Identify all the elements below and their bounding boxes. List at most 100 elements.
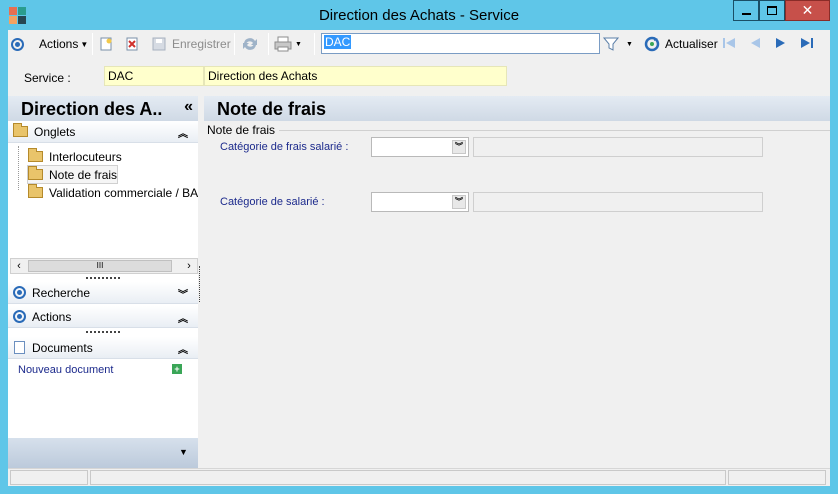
- scroll-left-icon[interactable]: ‹: [11, 259, 27, 273]
- group-divider: [279, 130, 830, 131]
- navigation-panel-title: Direction des A..: [21, 99, 163, 119]
- tree-item-validation-commerciale[interactable]: Validation commerciale / BAP: [28, 184, 198, 201]
- chevron-up-icon: ︽: [178, 314, 188, 325]
- section-documents[interactable]: Documents ︽: [8, 337, 198, 359]
- target-circle-icon: [13, 286, 26, 299]
- close-button[interactable]: ✕: [785, 0, 830, 21]
- detail-panel-title: Note de frais: [217, 99, 327, 119]
- section-recherche-label: Recherche: [32, 285, 91, 300]
- service-code-field[interactable]: DAC: [104, 66, 204, 86]
- chevron-up-icon: ︽: [178, 345, 188, 356]
- toolbar-separator: [234, 33, 235, 55]
- previous-record-icon[interactable]: [747, 35, 763, 51]
- last-record-icon[interactable]: [799, 35, 815, 51]
- service-name-field[interactable]: Direction des Achats: [204, 66, 507, 86]
- client-area: Actions ▼ Enregistrer ▼ DAC ▼ Actualiser…: [8, 30, 830, 486]
- detail-panel-header: Note de frais: [204, 96, 830, 121]
- chevron-down-icon: ▼: [295, 40, 302, 48]
- filter-icon: [603, 37, 619, 51]
- toolbar-separator: [92, 33, 93, 55]
- new-document-icon: [100, 37, 112, 51]
- status-cell: [90, 470, 726, 485]
- horizontal-scrollbar[interactable]: ‹ III ›: [10, 258, 198, 274]
- group-legend: Note de frais: [207, 123, 279, 137]
- minimize-icon: [741, 12, 751, 15]
- tree-item-note-de-frais[interactable]: Note de frais: [26, 165, 119, 184]
- toolbar-separator: [314, 33, 315, 55]
- toolbar-separator: [268, 33, 269, 55]
- chevron-down-icon: ▼: [80, 39, 89, 49]
- panel-footer[interactable]: ▼: [8, 438, 198, 468]
- maximize-icon: [767, 6, 777, 15]
- save-button[interactable]: Enregistrer: [152, 34, 231, 54]
- section-documents-label: Documents: [32, 340, 93, 355]
- target-circle-icon: [11, 37, 24, 51]
- add-document-icon[interactable]: +: [172, 364, 182, 374]
- tree-item-label: Validation commerciale / BAP: [49, 185, 198, 200]
- new-button[interactable]: [99, 34, 113, 54]
- tree-item-label: Note de frais: [49, 167, 118, 182]
- splitter-grip[interactable]: [86, 277, 120, 280]
- section-onglets-label: Onglets: [34, 124, 76, 139]
- minimize-button[interactable]: [733, 0, 759, 21]
- tree-connector: [18, 146, 19, 190]
- sync-icon: [243, 38, 257, 50]
- sync-button[interactable]: [241, 34, 259, 54]
- print-button[interactable]: ▼: [274, 34, 302, 54]
- application-window: Direction des Achats - Service ✕ Actions…: [0, 0, 838, 494]
- printer-icon: [274, 36, 292, 52]
- close-icon: ✕: [801, 2, 814, 18]
- service-label: Service :: [24, 71, 71, 85]
- new-document-link[interactable]: Nouveau document: [18, 364, 113, 376]
- delete-button[interactable]: [125, 34, 139, 54]
- refresh-button[interactable]: Actualiser: [644, 34, 718, 54]
- expense-category-description: [473, 137, 763, 157]
- open-folder-icon: [28, 166, 43, 180]
- search-input-value: DAC: [324, 35, 352, 49]
- navigation-panel: Direction des A.. « Onglets ︽ Interlocut…: [8, 96, 198, 468]
- actions-menu-button[interactable]: Actions ▼: [39, 34, 88, 54]
- window-title: Direction des Achats - Service: [318, 7, 520, 24]
- document-icon: [14, 341, 25, 354]
- expense-category-label: Catégorie de frais salarié :: [220, 141, 349, 153]
- first-record-icon[interactable]: [721, 35, 737, 51]
- collapse-panel-button[interactable]: «: [184, 98, 193, 116]
- employee-category-description: [473, 192, 763, 212]
- title-bar[interactable]: Direction des Achats - Service ✕: [0, 0, 838, 30]
- save-label: Enregistrer: [172, 37, 231, 51]
- filter-button[interactable]: ▼: [603, 34, 633, 54]
- chevron-up-icon: ︽: [178, 129, 188, 140]
- employee-category-label: Catégorie de salarié :: [220, 196, 325, 208]
- tree-item-interlocuteurs[interactable]: Interlocuteurs: [28, 148, 122, 165]
- target-circle-icon: [13, 310, 26, 323]
- section-actions[interactable]: Actions ︽: [8, 306, 198, 328]
- scroll-right-icon[interactable]: ›: [181, 259, 197, 273]
- save-icon: [152, 37, 166, 51]
- delete-icon: [126, 37, 138, 51]
- status-cell: [728, 470, 826, 485]
- toolbar: Actions ▼ Enregistrer ▼ DAC ▼ Actualiser: [8, 30, 830, 58]
- section-recherche[interactable]: Recherche ︾: [8, 282, 198, 304]
- service-name-value: Direction des Achats: [208, 69, 318, 83]
- service-row: Service : DAC Direction des Achats: [8, 64, 830, 88]
- splitter-grip[interactable]: [86, 331, 120, 334]
- search-input[interactable]: DAC: [321, 33, 600, 54]
- service-code-value: DAC: [108, 69, 134, 83]
- section-onglets[interactable]: Onglets ︽: [8, 121, 198, 143]
- detail-panel: Note de frais Note de frais Catégorie de…: [204, 96, 830, 468]
- status-cell: [10, 470, 88, 485]
- maximize-button[interactable]: [759, 0, 785, 21]
- chevron-down-icon: ︾: [178, 290, 188, 301]
- employee-category-select[interactable]: ︾: [371, 192, 469, 212]
- next-record-icon[interactable]: [773, 35, 789, 51]
- scroll-thumb[interactable]: III: [28, 260, 172, 272]
- tabs-tree: Interlocuteurs Note de frais Validation …: [8, 146, 198, 246]
- refresh-label: Actualiser: [665, 37, 718, 51]
- chevron-down-icon: ▼: [626, 40, 633, 48]
- double-chevron-down-icon[interactable]: ︾: [452, 195, 466, 209]
- folder-icon: [28, 148, 43, 162]
- actions-circle-button[interactable]: [11, 34, 24, 54]
- vertical-splitter[interactable]: [199, 266, 200, 302]
- expense-category-select[interactable]: ︾: [371, 137, 469, 157]
- double-chevron-down-icon[interactable]: ︾: [452, 140, 466, 154]
